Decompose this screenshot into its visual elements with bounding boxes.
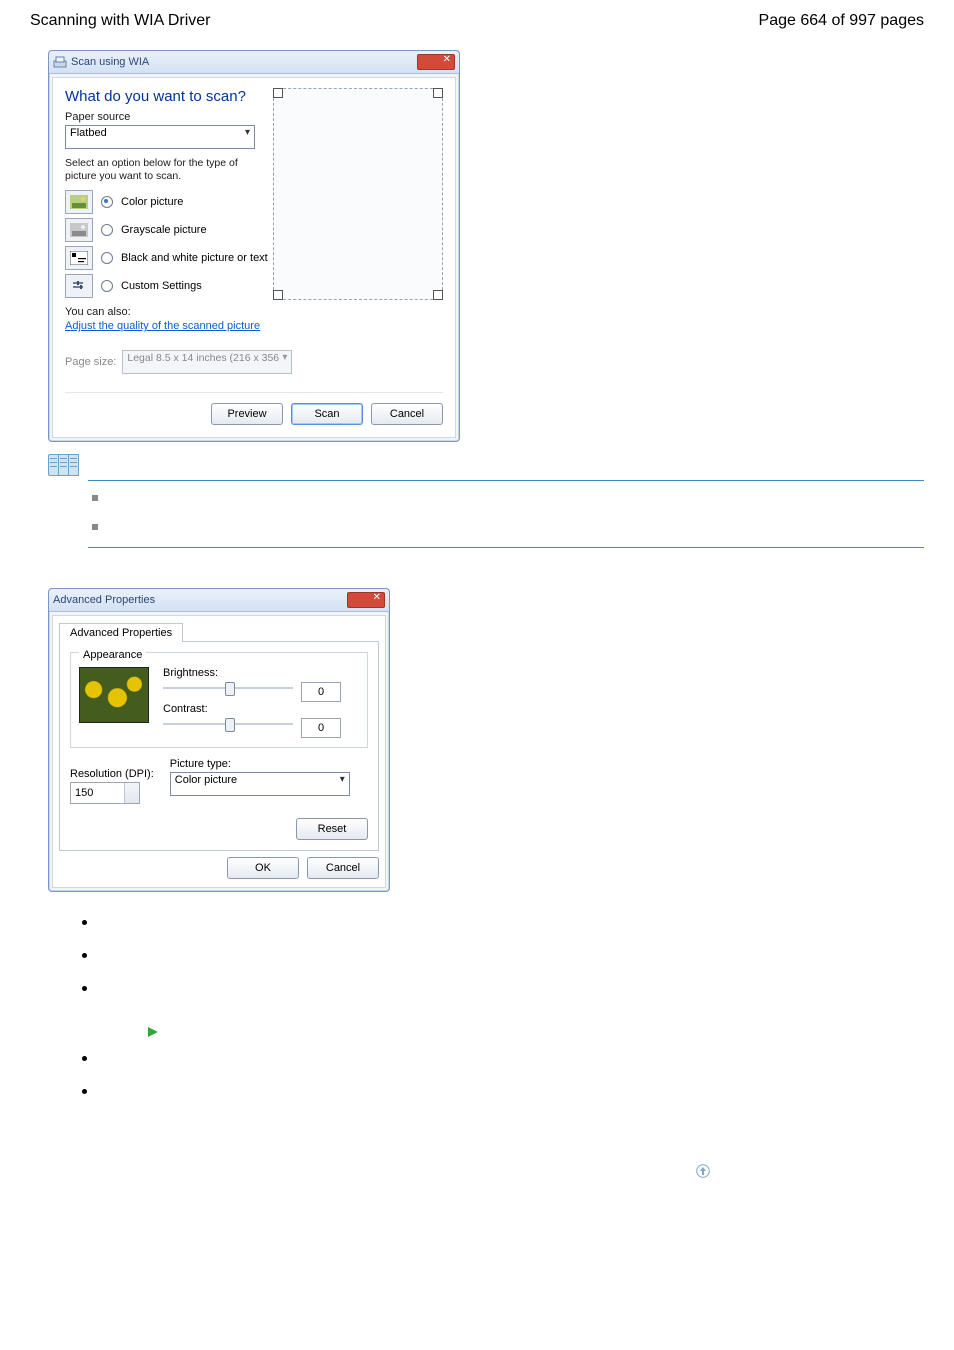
scan-instruction: Select an option below for the type of p… [65,157,255,182]
close-icon[interactable] [417,54,455,70]
arrow-right-icon [148,1027,158,1037]
cancel-button[interactable]: Cancel [307,857,379,879]
slider-thumb[interactable] [225,718,235,732]
slider-thumb[interactable] [225,682,235,696]
reset-button[interactable]: Reset [296,818,368,840]
ok-button[interactable]: OK [227,857,299,879]
contrast-label: Contrast: [163,703,359,715]
page-top-icon[interactable] [696,1164,710,1178]
bullet [82,1056,87,1061]
color-picture-icon [65,190,93,214]
scan-dialog: Scan using WIA What do you want to scan?… [48,50,460,442]
page-size-select: Legal 8.5 x 14 inches (216 x 356 [122,350,292,374]
advanced-properties-title: Advanced Properties [53,594,155,606]
scan-dialog-title: Scan using WIA [71,56,149,68]
radio-icon [101,252,113,264]
contrast-value[interactable]: 0 [301,718,341,738]
option-color-label: Color picture [121,196,183,208]
advanced-properties-tab[interactable]: Advanced Properties [59,623,183,642]
you-can-also-label: You can also: [65,306,443,318]
option-custom-label: Custom Settings [121,280,202,292]
bullet-square [92,495,98,501]
paper-source-select[interactable]: Flatbed [65,125,255,149]
option-grayscale-label: Grayscale picture [121,224,207,236]
header-right: Page 664 of 997 pages [759,12,924,30]
scanner-icon [53,55,67,69]
preview-area[interactable] [273,88,443,300]
brightness-value[interactable]: 0 [301,682,341,702]
radio-icon [101,224,113,236]
page-size-label: Page size: [65,356,116,368]
picture-type-select[interactable]: Color picture [170,772,350,796]
divider [88,547,924,548]
bullet [82,986,87,991]
page-size-value: Legal 8.5 x 14 inches (216 x 356 [127,352,279,364]
preview-thumbnail [79,667,149,723]
resolution-input[interactable]: 150 [70,782,140,804]
cancel-button[interactable]: Cancel [371,403,443,425]
advanced-properties-titlebar: Advanced Properties [49,589,389,612]
adjust-quality-link[interactable]: Adjust the quality of the scanned pictur… [65,320,260,332]
close-icon[interactable] [347,592,385,608]
radio-icon [101,196,113,208]
header-left: Scanning with WIA Driver [30,12,211,30]
crop-handle[interactable] [273,88,283,98]
advanced-properties-dialog: Advanced Properties Advanced Properties … [48,588,390,892]
bullet [82,920,87,925]
crop-handle[interactable] [433,88,443,98]
brightness-slider[interactable] [163,681,293,695]
scan-dialog-titlebar: Scan using WIA [49,51,459,74]
note-icon [48,454,78,476]
option-bw-label: Black and white picture or text [121,252,268,264]
contrast-slider[interactable] [163,717,293,731]
resolution-value: 150 [75,787,93,799]
bw-picture-icon [65,246,93,270]
custom-settings-icon [65,274,93,298]
grayscale-picture-icon [65,218,93,242]
scan-button[interactable]: Scan [291,403,363,425]
bullet [82,1089,87,1094]
crop-handle[interactable] [273,290,283,300]
radio-icon [101,280,113,292]
bullet [82,953,87,958]
crop-handle[interactable] [433,290,443,300]
paper-source-value: Flatbed [70,127,107,139]
bullet-square [92,524,98,530]
brightness-label: Brightness: [163,667,359,679]
appearance-legend: Appearance [79,649,146,661]
resolution-label: Resolution (DPI): [70,768,154,780]
picture-type-value: Color picture [175,774,237,786]
preview-button[interactable]: Preview [211,403,283,425]
picture-type-label: Picture type: [170,758,368,770]
divider [88,480,924,481]
